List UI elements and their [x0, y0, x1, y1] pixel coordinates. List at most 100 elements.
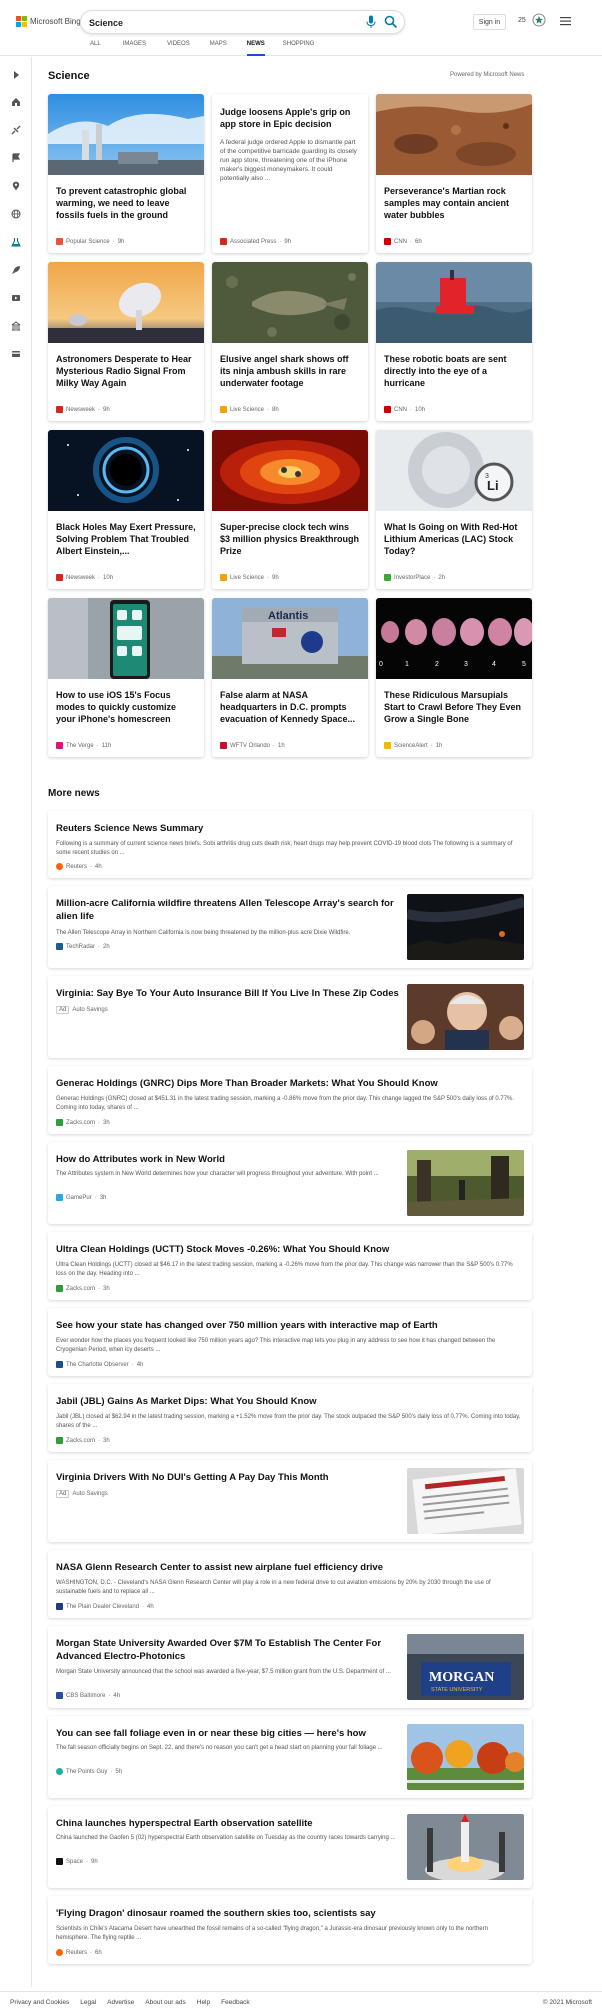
- news-list-item[interactable]: Reuters Science News Summary Following i…: [48, 811, 532, 878]
- news-card[interactable]: How to use iOS 15's Focus modes to quick…: [48, 598, 204, 757]
- news-list-item[interactable]: Morgan State University Awarded Over $7M…: [48, 1626, 532, 1708]
- footer-link-privacy[interactable]: Privacy and Cookies: [10, 1999, 69, 2006]
- news-list-item[interactable]: NASA Glenn Research Center to assist new…: [48, 1550, 532, 1618]
- card-title[interactable]: What Is Going on With Red-Hot Lithium Am…: [384, 521, 524, 557]
- microsoft-bing-logo[interactable]: Microsoft Bing: [16, 16, 81, 27]
- news-card[interactable]: 3 Li What Is Going on With Red-Hot Lithi…: [376, 430, 532, 589]
- flag-icon[interactable]: [11, 153, 21, 163]
- location-icon[interactable]: [11, 181, 21, 191]
- powered-by-label[interactable]: Powered by Microsoft News: [450, 72, 524, 78]
- search-icon[interactable]: [384, 15, 398, 29]
- card-image-marsupial-embryos: 0 1 2 3 4 5: [376, 598, 532, 679]
- source-logo-icon: [56, 1603, 63, 1610]
- rewards-icon[interactable]: [532, 13, 546, 27]
- news-card[interactable]: Astronomers Desperate to Hear Mysterious…: [48, 262, 204, 421]
- news-list-item[interactable]: You can see fall foliage even in or near…: [48, 1716, 532, 1798]
- source-logo-icon: [384, 574, 391, 581]
- footer-link-legal[interactable]: Legal: [80, 1999, 96, 2006]
- news-title[interactable]: 'Flying Dragon' dinosaur roamed the sout…: [56, 1907, 522, 1920]
- card-source: ScienceAlert · 1h: [384, 742, 442, 749]
- news-list-item[interactable]: 'Flying Dragon' dinosaur roamed the sout…: [48, 1896, 532, 1964]
- news-title[interactable]: Ultra Clean Holdings (UCTT) Stock Moves …: [56, 1243, 522, 1256]
- footer-link-advertise[interactable]: Advertise: [107, 1999, 134, 2006]
- video-icon[interactable]: [11, 293, 21, 303]
- card-title[interactable]: False alarm at NASA headquarters in D.C.…: [220, 689, 360, 725]
- news-title[interactable]: Virginia Drivers With No DUI's Getting A…: [56, 1471, 401, 1484]
- card-title[interactable]: These Ridiculous Marsupials Start to Cra…: [384, 689, 524, 725]
- news-list-item[interactable]: Generac Holdings (GNRC) Dips More Than B…: [48, 1066, 532, 1134]
- expand-arrow-icon[interactable]: [11, 70, 21, 80]
- sports-icon[interactable]: [11, 125, 21, 135]
- footer-link-about-ads[interactable]: About our ads: [145, 1999, 185, 2006]
- news-card[interactable]: Atlantis False alarm at NASA headquarter…: [212, 598, 368, 757]
- news-title[interactable]: See how your state has changed over 750 …: [56, 1319, 522, 1332]
- card-snippet: A federal judge ordered Apple to dismant…: [220, 139, 357, 182]
- news-title[interactable]: NASA Glenn Research Center to assist new…: [56, 1561, 522, 1574]
- news-card[interactable]: These robotic boats are sent directly in…: [376, 262, 532, 421]
- footer-link-feedback[interactable]: Feedback: [221, 1999, 250, 2006]
- news-title[interactable]: Morgan State University Awarded Over $7M…: [56, 1637, 401, 1663]
- news-title[interactable]: You can see fall foliage even in or near…: [56, 1727, 401, 1740]
- news-list-item[interactable]: Million-acre California wildfire threate…: [48, 886, 532, 968]
- logo-text: Microsoft Bing: [30, 17, 81, 26]
- card-icon[interactable]: [11, 349, 21, 359]
- news-card[interactable]: Judge loosens Apple's grip on app store …: [212, 94, 368, 253]
- card-image-robotic-boat: [376, 262, 532, 343]
- source-logo-icon: [220, 574, 227, 581]
- tab-videos[interactable]: VIDEOS: [167, 41, 190, 56]
- news-title[interactable]: Reuters Science News Summary: [56, 822, 522, 835]
- card-title[interactable]: Elusive angel shark shows off its ninja …: [220, 353, 360, 389]
- search-box[interactable]: [80, 10, 405, 34]
- news-title[interactable]: Jabil (JBL) Gains As Market Dips: What Y…: [56, 1395, 522, 1408]
- news-list-item-ad[interactable]: Virginia: Say Bye To Your Auto Insurance…: [48, 976, 532, 1058]
- news-list-item[interactable]: China launches hyperspectral Earth obser…: [48, 1806, 532, 1888]
- source-logo-icon: [56, 1437, 63, 1444]
- news-list-item-ad[interactable]: Virginia Drivers With No DUI's Getting A…: [48, 1460, 532, 1542]
- tab-all[interactable]: ALL: [90, 41, 101, 56]
- source-logo-icon: [56, 1768, 63, 1775]
- news-card[interactable]: Elusive angel shark shows off its ninja …: [212, 262, 368, 421]
- news-title[interactable]: How do Attributes work in New World: [56, 1153, 401, 1166]
- news-list-item[interactable]: Jabil (JBL) Gains As Market Dips: What Y…: [48, 1384, 532, 1452]
- page-footer: Privacy and Cookies Legal Advertise Abou…: [0, 1991, 602, 2013]
- news-source: GamePur · 3h: [56, 1194, 106, 1201]
- building-icon[interactable]: [11, 321, 21, 331]
- tab-images[interactable]: IMAGES: [123, 41, 146, 56]
- card-title[interactable]: These robotic boats are sent directly in…: [384, 353, 524, 389]
- card-title[interactable]: Judge loosens Apple's grip on app store …: [220, 106, 360, 130]
- source-logo-icon: [56, 863, 63, 870]
- card-title[interactable]: Black Holes May Exert Pressure, Solving …: [56, 521, 196, 557]
- rocket-icon[interactable]: [11, 265, 21, 275]
- search-input[interactable]: [89, 15, 339, 30]
- news-card[interactable]: Perseverance's Martian rock samples may …: [376, 94, 532, 253]
- hamburger-menu-icon[interactable]: [560, 16, 571, 26]
- card-title[interactable]: Perseverance's Martian rock samples may …: [384, 185, 524, 221]
- card-title[interactable]: Super-precise clock tech wins $3 million…: [220, 521, 360, 557]
- mic-icon[interactable]: [366, 15, 376, 29]
- globe-icon[interactable]: [11, 209, 21, 219]
- tab-shopping[interactable]: SHOPPING: [283, 41, 315, 56]
- news-title[interactable]: Virginia: Say Bye To Your Auto Insurance…: [56, 987, 401, 1000]
- sign-in-button[interactable]: Sign in: [473, 14, 506, 30]
- card-title[interactable]: How to use iOS 15's Focus modes to quick…: [56, 689, 196, 725]
- news-title[interactable]: China launches hyperspectral Earth obser…: [56, 1817, 401, 1830]
- news-list-item[interactable]: See how your state has changed over 750 …: [48, 1308, 532, 1376]
- news-title[interactable]: Generac Holdings (GNRC) Dips More Than B…: [56, 1077, 522, 1090]
- footer-link-help[interactable]: Help: [197, 1999, 210, 2006]
- tab-maps[interactable]: MAPS: [210, 41, 227, 56]
- card-title[interactable]: To prevent catastrophic global warming, …: [56, 185, 196, 221]
- news-source: Zacks.com · 3h: [56, 1437, 110, 1444]
- news-list-item[interactable]: How do Attributes work in New World The …: [48, 1142, 532, 1224]
- home-icon[interactable]: [11, 97, 21, 107]
- card-title[interactable]: Astronomers Desperate to Hear Mysterious…: [56, 353, 196, 389]
- news-card[interactable]: 0 1 2 3 4 5 These Ridiculous Marsupials …: [376, 598, 532, 757]
- news-card[interactable]: To prevent catastrophic global warming, …: [48, 94, 204, 253]
- news-list-item[interactable]: Ultra Clean Holdings (UCTT) Stock Moves …: [48, 1232, 532, 1300]
- news-title[interactable]: Million-acre California wildfire threate…: [56, 897, 401, 923]
- tab-news[interactable]: NEWS: [246, 41, 265, 56]
- news-card[interactable]: Super-precise clock tech wins $3 million…: [212, 430, 368, 589]
- source-logo-icon: [56, 406, 63, 413]
- card-source: InvestorPlace · 2h: [384, 574, 445, 581]
- science-icon[interactable]: [11, 237, 21, 247]
- news-card[interactable]: Black Holes May Exert Pressure, Solving …: [48, 430, 204, 589]
